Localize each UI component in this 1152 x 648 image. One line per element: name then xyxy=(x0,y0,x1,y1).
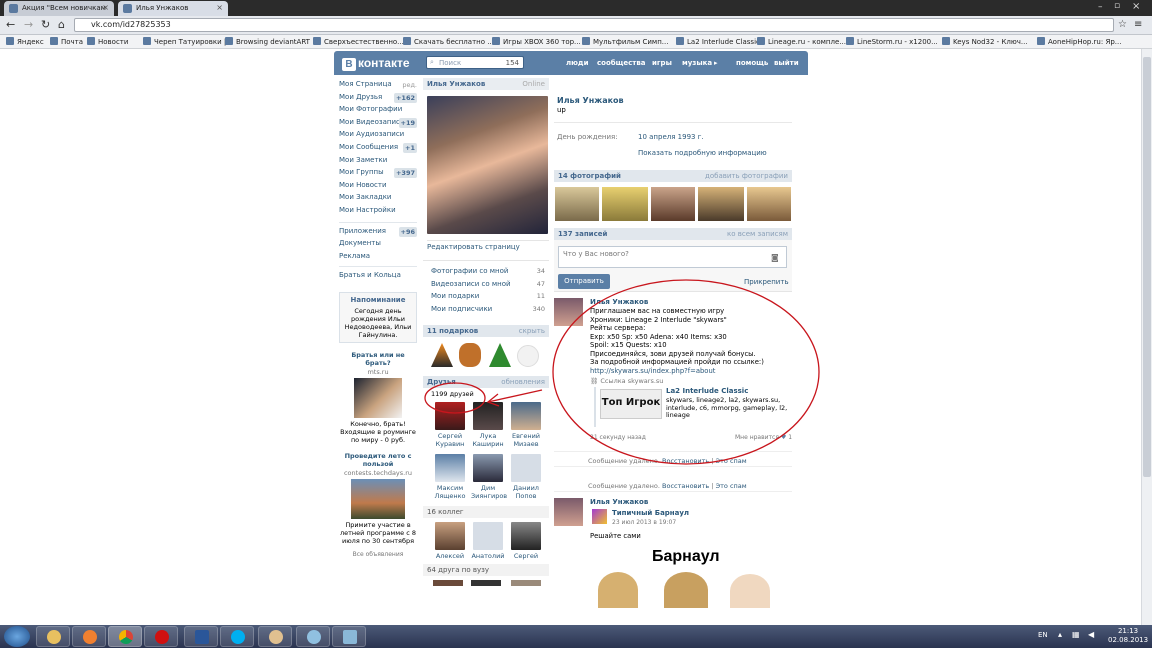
start-button[interactable] xyxy=(4,626,30,647)
language-indicator[interactable]: EN xyxy=(1038,631,1048,639)
annotation-circle-friends xyxy=(424,382,486,414)
taskbar-app2[interactable] xyxy=(332,626,366,647)
taskbar-app[interactable] xyxy=(258,626,292,647)
window-icon xyxy=(343,630,357,644)
taskbar-paint[interactable] xyxy=(296,626,330,647)
clock-time: 21:13 xyxy=(1117,627,1139,635)
chrome-icon xyxy=(119,630,133,644)
annotation-overlay xyxy=(424,279,820,465)
opera-icon xyxy=(155,630,169,644)
taskbar-explorer[interactable] xyxy=(36,626,70,647)
taskbar-media[interactable] xyxy=(72,626,106,647)
clock-date: 02.08.2013 xyxy=(1108,636,1149,644)
taskbar-skype[interactable] xyxy=(220,626,254,647)
taskbar-opera[interactable] xyxy=(144,626,178,647)
tray-arrow-icon[interactable]: ▴ xyxy=(1058,630,1062,639)
taskbar-chrome[interactable] xyxy=(108,626,142,647)
taskbar-word[interactable] xyxy=(184,626,218,647)
app-icon xyxy=(269,630,283,644)
skype-icon xyxy=(231,630,245,644)
network-icon[interactable]: ▦ xyxy=(1072,630,1080,639)
clock[interactable]: 21:13 02.08.2013 xyxy=(1108,627,1148,645)
annotation-circle-post xyxy=(552,279,820,465)
windows-taskbar: EN ▴ ▦ ◀ 21:13 02.08.2013 xyxy=(0,625,1152,648)
scroll-thumb[interactable] xyxy=(1143,57,1151,477)
volume-icon[interactable]: ◀ xyxy=(1088,630,1094,639)
media-player-icon xyxy=(83,630,97,644)
word-icon xyxy=(195,630,209,644)
folder-icon xyxy=(47,630,61,644)
page-scrollbar[interactable] xyxy=(1141,49,1152,625)
paint-icon xyxy=(307,630,321,644)
